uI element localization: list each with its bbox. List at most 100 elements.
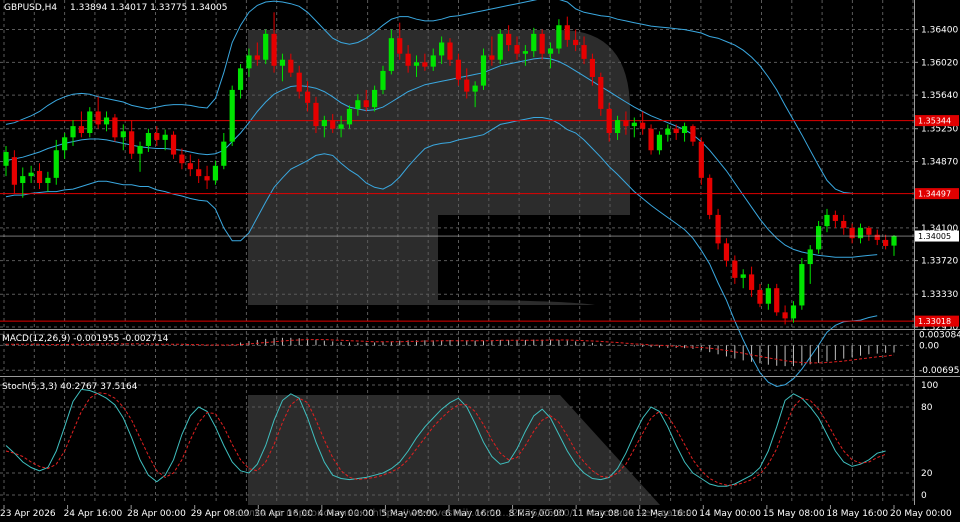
candle-body [3, 151, 9, 166]
candle-body [179, 154, 185, 164]
price-axis-label: 1.34870 [921, 157, 958, 167]
candle-body [346, 108, 353, 125]
level-price-tag-label: 1.34497 [918, 190, 951, 199]
candle-body [648, 128, 654, 151]
candle-body [598, 76, 604, 109]
candle-body [832, 214, 838, 221]
candle-body [681, 126, 688, 134]
candle-body [413, 62, 420, 66]
candle-body [665, 128, 671, 135]
macd-axis-label: 0.00 [919, 341, 939, 351]
candle-body [455, 59, 461, 80]
candle-body [514, 45, 520, 54]
candle-body [53, 150, 59, 178]
candle-body [723, 243, 730, 261]
candle-body [790, 305, 797, 319]
price-axis-label: 1.36020 [921, 58, 958, 68]
candle-body [313, 102, 319, 127]
candle-body [774, 288, 780, 313]
candle-body [841, 220, 847, 228]
candle-body [522, 51, 528, 54]
candle-body [380, 70, 386, 90]
trading-chart: 1.364001.360201.356401.352501.348701.341… [0, 0, 960, 522]
current-price-tag-label: 1.34005 [918, 232, 951, 241]
time-axis-label: 14 May 00:00 [699, 509, 761, 519]
candle-body [589, 58, 596, 77]
candle-body [506, 33, 512, 46]
candle-body [740, 274, 746, 278]
candle-body [782, 312, 788, 319]
candle-body [145, 133, 152, 146]
candle-body [321, 120, 327, 127]
candle-body [464, 79, 470, 92]
candle-body [271, 33, 277, 66]
candle-body [70, 126, 76, 138]
candle-body [95, 111, 101, 125]
macd-axis-label: 0.003084 [919, 330, 960, 340]
candle-body [472, 85, 478, 92]
candle-body [246, 55, 252, 69]
candle-body [212, 165, 219, 181]
price-axis-label: 1.35250 [921, 125, 958, 135]
candle-body [489, 55, 495, 60]
candle-body [765, 288, 771, 304]
price-axis-label: 1.33330 [921, 290, 958, 300]
candle-body [62, 137, 68, 151]
time-axis-label: 18 May 16:00 [826, 509, 888, 519]
candle-body [137, 145, 143, 154]
candle-body [229, 89, 235, 142]
chart-header-ohlc: 1.33894 1.34017 1.33775 1.34005 [70, 3, 227, 13]
candle-body [556, 25, 562, 49]
candle-body [757, 289, 763, 304]
candle-body [816, 226, 822, 250]
candle-body [78, 126, 84, 134]
candle-body [447, 42, 453, 60]
candle-body [631, 122, 637, 127]
candle-body [288, 59, 294, 73]
candle-body [614, 120, 621, 134]
candle-body [656, 134, 663, 151]
candle-body [707, 177, 713, 215]
candle-body [690, 126, 696, 142]
candle-body [87, 111, 93, 134]
candle-body [372, 89, 378, 108]
candle-body [539, 33, 545, 54]
candle-body [807, 249, 813, 265]
candle-body [330, 120, 336, 129]
candle-body [254, 55, 260, 60]
chart-header-symbol: GBPUSD,H4 [4, 3, 57, 13]
stoch-axis-label: 80 [921, 403, 933, 413]
candle-body [129, 131, 135, 154]
candle-body [263, 33, 269, 60]
time-axis-label: 15 May 08:00 [763, 509, 825, 519]
candle-body [640, 122, 646, 129]
stoch-axis-label: 20 [921, 469, 933, 479]
candle-body [279, 59, 286, 66]
stoch-axis-label: 100 [921, 381, 938, 391]
stoch-axis-label: 0 [921, 491, 927, 501]
candle-body [581, 45, 587, 59]
candle-body [20, 176, 26, 184]
candle-body [623, 120, 629, 127]
candle-body [162, 134, 168, 140]
candle-body [874, 234, 880, 240]
candle-body [715, 214, 721, 244]
candle-body [196, 169, 202, 177]
candle-body [824, 214, 830, 227]
candle-body [422, 62, 428, 67]
candle-body [103, 117, 110, 125]
candle-body [304, 91, 311, 103]
candle-body [849, 227, 855, 239]
candle-body [338, 124, 344, 129]
candle-body [28, 172, 34, 177]
candle-body [405, 53, 411, 66]
candle-body [732, 260, 738, 278]
candle-body [883, 239, 889, 246]
candle-body [857, 227, 864, 239]
candle-body [204, 176, 210, 181]
candle-body [237, 68, 244, 90]
candle-body [531, 33, 537, 52]
candle-body [606, 108, 612, 134]
candle-body [564, 25, 570, 40]
level-price-tag-label: 1.33018 [918, 317, 951, 326]
